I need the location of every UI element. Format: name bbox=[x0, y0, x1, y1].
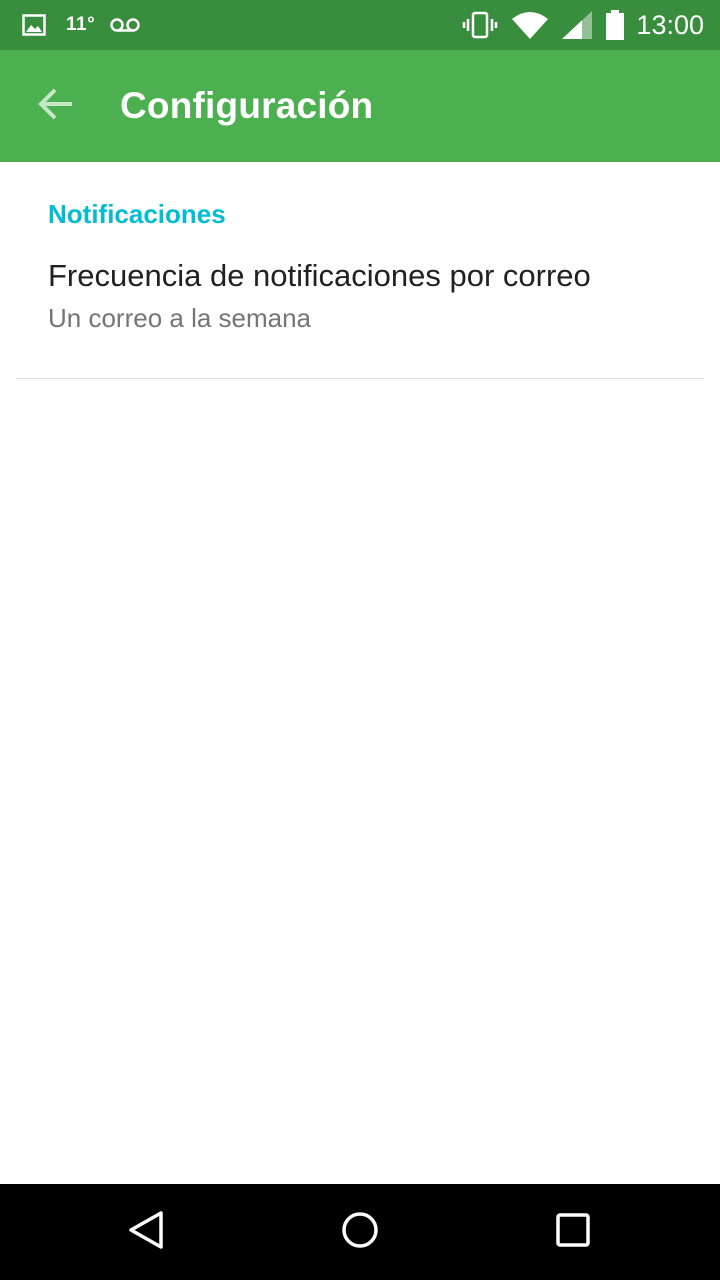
battery-icon bbox=[606, 10, 625, 40]
arrow-back-icon bbox=[38, 88, 74, 125]
signal-icon bbox=[562, 11, 593, 39]
preference-title: Frecuencia de notificaciones por correo bbox=[48, 258, 591, 293]
back-triangle-icon bbox=[127, 1210, 167, 1255]
nav-back-button[interactable] bbox=[87, 1184, 207, 1280]
status-bar-left: 11° bbox=[0, 0, 141, 50]
voicemail-icon bbox=[109, 17, 141, 33]
home-circle-icon bbox=[340, 1210, 380, 1255]
back-button[interactable] bbox=[0, 50, 112, 162]
status-bar: 11° 13:00 bbox=[0, 0, 720, 50]
wifi-icon bbox=[512, 11, 549, 39]
preference-summary: Un correo a la semana bbox=[48, 303, 312, 333]
section-header-notifications: Notificaciones bbox=[48, 199, 226, 229]
vibrate-icon bbox=[462, 11, 498, 39]
nav-home-button[interactable] bbox=[300, 1184, 420, 1280]
status-bar-right: 13:00 bbox=[448, 0, 720, 50]
navigation-bar bbox=[0, 1184, 720, 1280]
page-title: Configuración bbox=[120, 85, 374, 126]
clock-time: 13:00 bbox=[636, 9, 704, 40]
nav-recents-button[interactable] bbox=[513, 1184, 633, 1280]
app-bar: Configuración bbox=[0, 50, 720, 162]
settings-list: Notificaciones Frecuencia de notificacio… bbox=[0, 162, 720, 379]
recents-square-icon bbox=[553, 1210, 593, 1255]
image-icon bbox=[22, 14, 46, 36]
temperature-text: 11° bbox=[66, 14, 96, 35]
divider bbox=[16, 378, 704, 379]
preference-email-notification-frequency[interactable]: Frecuencia de notificaciones por correo … bbox=[0, 254, 720, 336]
